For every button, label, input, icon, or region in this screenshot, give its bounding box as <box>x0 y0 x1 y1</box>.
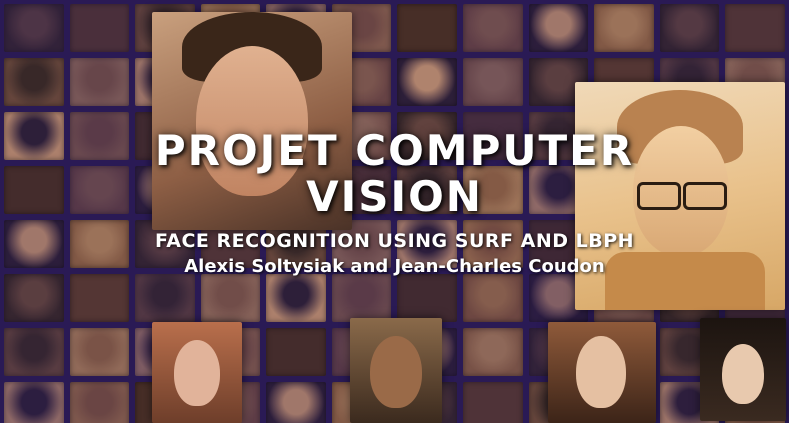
mosaic-face-tile <box>659 4 720 52</box>
mosaic-face-tile <box>463 4 523 52</box>
mosaic-face-tile <box>69 4 130 52</box>
slide-frame: PROJET COMPUTER VISION FACE RECOGNITION … <box>0 0 789 423</box>
mosaic-face-tile <box>463 382 523 423</box>
authors: Alexis Soltysiak and Jean-Charles Coudon <box>184 256 605 277</box>
mosaic-face-tile <box>4 274 64 322</box>
mosaic-face-tile <box>69 382 130 423</box>
mosaic-face-tile <box>266 328 326 376</box>
mosaic-face-tile <box>463 328 523 376</box>
mosaic-face-tile <box>69 274 130 322</box>
mosaic-face-tile <box>69 328 130 376</box>
title-line-1: PROJET COMPUTER <box>154 126 635 175</box>
mosaic-face-tile <box>135 274 195 322</box>
mosaic-face-tile <box>4 4 64 52</box>
mosaic-face-tile <box>528 4 589 52</box>
subtitle: FACE RECOGNITION USING SURF AND LBPH <box>154 230 635 252</box>
portrait-photo-far-right <box>700 318 786 421</box>
mosaic-face-tile <box>725 4 785 52</box>
mosaic-face-tile <box>463 274 523 322</box>
mosaic-face-tile <box>463 58 523 106</box>
title-block: PROJET COMPUTER VISION FACE RECOGNITION … <box>0 126 789 278</box>
mosaic-face-tile <box>594 4 654 52</box>
mosaic-face-tile <box>200 274 261 322</box>
mosaic-face-tile <box>266 274 326 322</box>
portrait-photo-bottom-center <box>350 318 442 423</box>
portrait-photo-bottom-left <box>152 322 242 423</box>
mosaic-face-tile <box>69 58 130 106</box>
mosaic-face-tile <box>397 274 458 322</box>
title-line-2: VISION <box>306 172 483 221</box>
mosaic-face-tile <box>397 4 458 52</box>
mosaic-face-tile <box>4 58 64 106</box>
mosaic-face-tile <box>266 382 326 423</box>
mosaic-face-tile <box>331 274 392 322</box>
portrait-photo-bottom-right <box>548 322 656 423</box>
mosaic-face-tile <box>397 58 458 106</box>
mosaic-face-tile <box>4 382 64 423</box>
mosaic-face-tile <box>4 328 64 376</box>
